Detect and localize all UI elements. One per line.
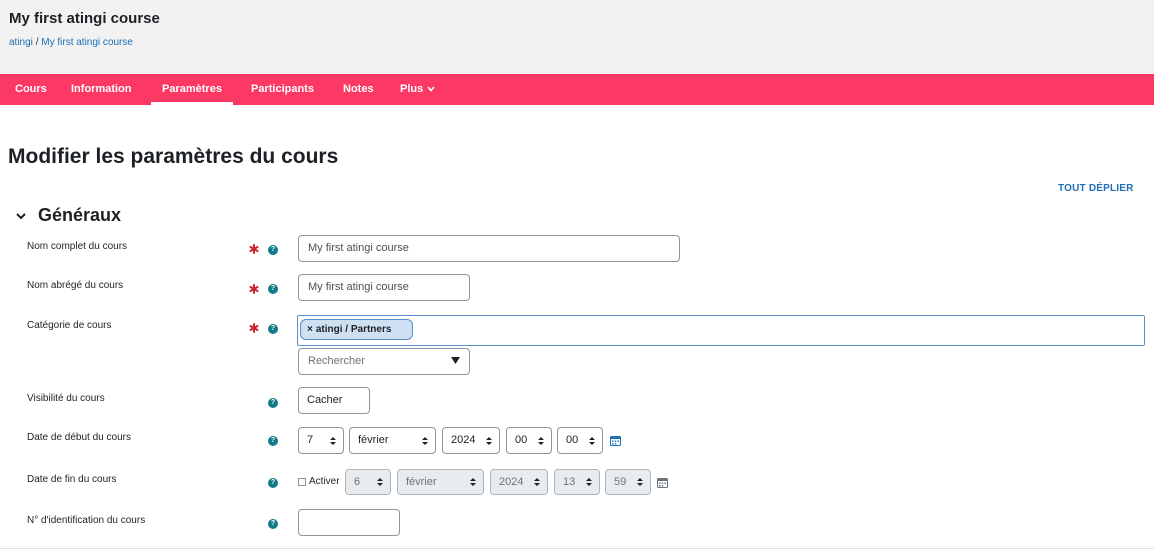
breadcrumb: atingi / My first atingi course (9, 37, 133, 48)
startdate-month-select[interactable]: février (349, 427, 436, 454)
enddate-year-select: 2024 (490, 469, 548, 495)
startdate-day-value: 7 (307, 434, 314, 446)
startdate-minute-select[interactable]: 00 (557, 427, 603, 454)
select-arrows-icon (534, 478, 540, 486)
course-nav: Cours Information Paramètres Participant… (0, 74, 1154, 105)
idnumber-input[interactable] (298, 509, 400, 536)
page-header (0, 0, 1154, 74)
enddate-day-select: 6 (345, 469, 391, 495)
select-arrows-icon (589, 436, 595, 445)
course-title: My first atingi course (9, 10, 160, 27)
enddate-year-value: 2024 (499, 476, 524, 488)
tab-plus-label: Plus (400, 83, 424, 95)
help-icon[interactable]: ? (268, 284, 278, 294)
enddate-day-value: 6 (354, 476, 361, 488)
visibility-value: Cacher (307, 394, 343, 406)
category-selection-box[interactable] (297, 315, 1145, 346)
select-arrows-icon (538, 436, 544, 445)
tab-parametres[interactable]: Paramètres (151, 74, 233, 105)
category-tag[interactable]: × atingi / Partners (300, 319, 413, 340)
tab-participants[interactable]: Participants (251, 74, 314, 105)
enddate-hour-select: 13 (554, 469, 600, 495)
required-icon (249, 323, 259, 333)
section-title: Généraux (38, 205, 122, 225)
select-arrows-icon (586, 478, 592, 486)
chevron-down-icon (427, 86, 435, 92)
chevron-down-icon[interactable] (15, 210, 27, 222)
startdate-hour-select[interactable]: 00 (506, 427, 552, 454)
help-icon[interactable]: ? (268, 398, 278, 408)
visibility-label: Visibilité du cours (27, 393, 105, 404)
category-tag-label: atingi / Partners (315, 324, 392, 335)
enddate-enable-checkbox[interactable] (298, 478, 306, 486)
required-icon (249, 284, 259, 294)
breadcrumb-course-link[interactable]: My first atingi course (41, 37, 133, 48)
help-icon[interactable]: ? (268, 519, 278, 529)
select-arrows-icon (470, 478, 476, 486)
idnumber-label: N° d'identification du cours (27, 515, 146, 526)
tab-cours[interactable]: Cours (15, 74, 47, 105)
tab-plus[interactable]: Plus (400, 74, 435, 105)
fullname-label: Nom complet du cours (27, 241, 128, 252)
select-arrows-icon (377, 478, 383, 486)
tab-information[interactable]: Information (71, 74, 132, 105)
required-icon (249, 244, 259, 254)
startdate-year-select[interactable]: 2024 (442, 427, 500, 454)
select-arrows-icon (422, 436, 428, 445)
tab-notes[interactable]: Notes (343, 74, 374, 105)
category-label: Catégorie de cours (27, 320, 112, 331)
help-icon[interactable]: ? (268, 245, 278, 255)
remove-icon[interactable]: × (307, 324, 313, 335)
startdate-hour-value: 00 (515, 434, 528, 446)
category-search-input[interactable]: Rechercher (298, 348, 470, 375)
enddate-minute-select: 59 (605, 469, 651, 495)
startdate-month-value: février (358, 434, 389, 446)
page-title: Modifier les paramètres du cours (8, 145, 339, 168)
expand-all-link[interactable]: TOUT DÉPLIER (1058, 183, 1134, 194)
startdate-label: Date de début du cours (27, 432, 131, 443)
help-icon[interactable]: ? (268, 478, 278, 488)
enddate-month-value: février (406, 476, 437, 488)
help-icon[interactable]: ? (268, 324, 278, 334)
enddate-month-select: février (397, 469, 484, 495)
select-arrows-icon (637, 478, 643, 486)
enddate-enable-label[interactable]: Activer (309, 476, 340, 487)
calendar-icon[interactable] (610, 435, 621, 446)
startdate-day-select[interactable]: 7 (298, 427, 344, 454)
breadcrumb-root-link[interactable]: atingi (9, 37, 33, 48)
dropdown-arrow-icon[interactable] (451, 356, 460, 365)
visibility-select[interactable]: Cacher (298, 387, 370, 414)
breadcrumb-separator: / (35, 37, 39, 48)
help-icon[interactable]: ? (268, 436, 278, 446)
select-arrows-icon (330, 436, 336, 445)
enddate-hour-value: 13 (563, 476, 576, 488)
calendar-icon (657, 478, 668, 488)
enddate-minute-value: 59 (614, 476, 627, 488)
select-arrows-icon (486, 436, 492, 445)
shortname-label: Nom abrégé du cours (27, 280, 124, 291)
fullname-input[interactable]: My first atingi course (298, 235, 680, 262)
enddate-label: Date de fin du cours (27, 474, 117, 485)
shortname-input[interactable]: My first atingi course (298, 274, 470, 301)
divider (0, 548, 1154, 549)
startdate-year-value: 2024 (451, 434, 476, 446)
startdate-minute-value: 00 (566, 434, 579, 446)
